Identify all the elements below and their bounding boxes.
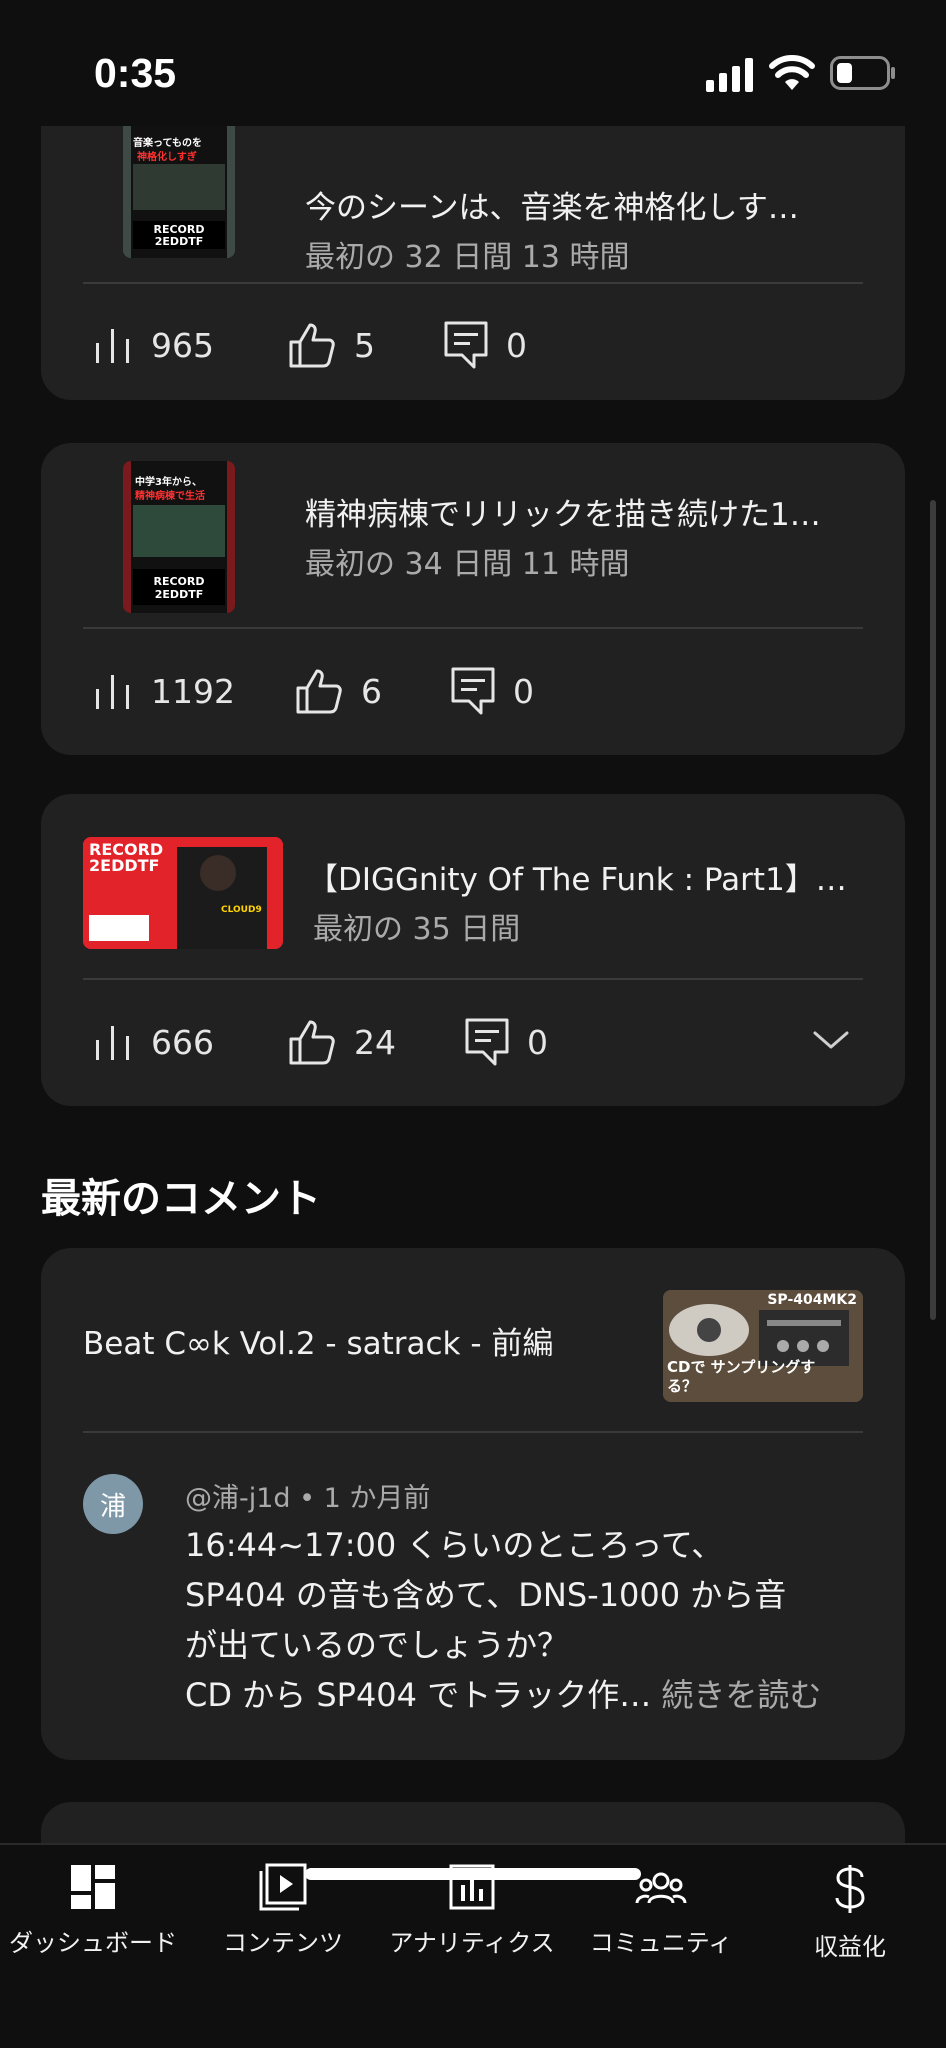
comment-time: 1 か月前 <box>323 1483 431 1514</box>
likes-count: 6 <box>361 671 382 711</box>
video-card[interactable]: RECORD 2EDDTF CLOUD9 【DIGGnity Of The Fu… <box>41 794 905 1106</box>
views-stat: 666 <box>93 1007 214 1077</box>
thumb-caption-red: 精神病棟で生活 <box>135 491 205 502</box>
video-thumbnail[interactable]: RECORD 2EDDTF 中学3年から、 精神病棟で生活 <box>123 461 235 613</box>
video-card[interactable]: RECORD 2EDDTF 音楽ってものを 神格化しすぎ 今のシーンは、音楽を神… <box>41 126 905 400</box>
content-icon <box>259 1863 307 1911</box>
views-icon <box>96 329 129 363</box>
nav-dashboard[interactable]: ダッシュボード <box>0 1863 188 1958</box>
comment-icon <box>444 321 488 369</box>
scroll-content: RECORD 2EDDTF 音楽ってものを 神格化しすぎ 今のシーンは、音楽を神… <box>0 126 946 1844</box>
video-subtitle: 最初の 35 日間 <box>313 912 521 947</box>
meta-separator: • <box>299 1483 324 1514</box>
status-bar: 0:35 <box>0 0 946 126</box>
nav-label: コミュニティ <box>589 1929 733 1957</box>
comments-count: 0 <box>527 1022 548 1062</box>
read-more-link[interactable]: 続きを読む <box>661 1676 821 1714</box>
video-title[interactable]: 精神病棟でリリックを描き続けた1… <box>305 489 875 534</box>
likes-stat: 24 <box>288 1007 396 1077</box>
comments-count: 0 <box>513 671 534 711</box>
comment-line-last: CD から SP404 でトラック作… 続きを読む <box>185 1670 875 1720</box>
comment-card[interactable]: Beat C∞k Vol.2 - satrack - 前編 SP-404MK2 … <box>41 1248 905 1760</box>
thumbs-up-icon <box>289 1020 335 1065</box>
svg-text:2EDDTF: 2EDDTF <box>155 588 203 601</box>
nav-label: 収益化 <box>814 1933 886 1961</box>
comments-stat: 0 <box>451 656 534 726</box>
svg-text:2EDDTF: 2EDDTF <box>89 856 159 875</box>
comment-line: が出ているのでしょうか？ <box>185 1626 570 1664</box>
divider <box>83 627 863 629</box>
views-count: 1192 <box>151 671 235 711</box>
views-stat: 965 <box>93 310 214 380</box>
comment-body: 16:44~17:00 くらいのところって、 SP404 の音も含めて、DNS-… <box>185 1520 875 1720</box>
nav-label: アナリティクス <box>389 1929 555 1957</box>
likes-stat: 5 <box>288 310 375 380</box>
views-icon <box>96 1026 129 1060</box>
thumb-caption-bottom: CDで サンプリングする？ <box>667 1358 816 1395</box>
comments-stat: 0 <box>444 310 527 380</box>
scrollbar[interactable] <box>930 500 936 1320</box>
comment-meta: @浦-j1d • 1 か月前 <box>185 1476 430 1515</box>
comments-count: 0 <box>506 325 527 365</box>
community-icon <box>635 1872 687 1904</box>
comment-line: CD から SP404 でトラック作… <box>185 1676 652 1714</box>
comment-line: 16:44~17:00 くらいのところって、 <box>185 1526 724 1564</box>
chevron-down-icon[interactable] <box>811 1025 851 1055</box>
svg-text:2EDDTF: 2EDDTF <box>155 235 203 248</box>
battery-icon <box>830 56 895 90</box>
dashboard-icon <box>71 1865 115 1909</box>
status-time: 0:35 <box>94 50 177 96</box>
thumb-caption: SP-404MK2 <box>767 1292 857 1308</box>
divider <box>83 282 863 284</box>
views-stat: 1192 <box>93 656 235 726</box>
stats-row: 965 5 0 <box>41 310 905 380</box>
video-subtitle: 最初の 32 日間 13 時間 <box>305 240 630 275</box>
dollar-icon <box>835 1865 865 1913</box>
section-title-latest-comments: 最新のコメント <box>41 1176 321 1222</box>
video-thumbnail[interactable]: RECORD 2EDDTF 音楽ってものを 神格化しすぎ <box>123 126 235 258</box>
comment-icon <box>451 667 495 715</box>
thumbs-up-icon <box>289 323 335 368</box>
comment-video-thumbnail[interactable]: SP-404MK2 CDで サンプリングする？ <box>663 1290 863 1402</box>
svg-text:RECORD: RECORD <box>153 575 204 588</box>
comment-video-title[interactable]: Beat C∞k Vol.2 - satrack - 前編 <box>83 1318 553 1363</box>
stats-row: 1192 6 0 <box>41 656 905 726</box>
views-icon <box>96 675 129 709</box>
views-count: 965 <box>151 325 214 365</box>
likes-stat: 6 <box>295 656 382 726</box>
comments-stat: 0 <box>465 1007 548 1077</box>
home-indicator[interactable] <box>305 1868 641 1880</box>
cellular-signal-icon <box>706 58 753 92</box>
video-thumbnail[interactable]: RECORD 2EDDTF CLOUD9 <box>83 837 283 949</box>
divider <box>83 978 863 980</box>
thumbs-up-icon <box>296 669 342 714</box>
comment-icon <box>465 1018 509 1066</box>
comment-card[interactable] <box>41 1802 905 1844</box>
thumb-caption: 音楽ってものを <box>133 138 202 149</box>
comment-line: SP404 の音も含めて、DNS-1000 から音 <box>185 1576 787 1614</box>
divider <box>83 1431 863 1433</box>
likes-count: 24 <box>354 1022 396 1062</box>
thumb-caption: 中学3年から、 <box>135 477 202 488</box>
nav-monetization[interactable]: 収益化 <box>755 1863 945 1962</box>
thumb-caption-red: 神格化しすぎ <box>137 152 197 163</box>
thumb-tag: CLOUD9 <box>221 905 262 915</box>
video-title[interactable]: 【DIGGnity Of The Funk : Part1】… <box>307 854 877 899</box>
wifi-icon <box>769 55 815 90</box>
comment-author[interactable]: @浦-j1d <box>185 1483 291 1514</box>
stats-row: 666 24 0 <box>41 1007 905 1077</box>
video-card[interactable]: RECORD 2EDDTF 中学3年から、 精神病棟で生活 精神病棟でリリックを… <box>41 443 905 755</box>
views-count: 666 <box>151 1022 214 1062</box>
video-subtitle: 最初の 34 日間 11 時間 <box>305 547 630 582</box>
nav-label: コンテンツ <box>223 1929 343 1957</box>
video-title[interactable]: 今のシーンは、音楽を神格化しす… <box>305 182 875 227</box>
avatar[interactable]: 浦 <box>83 1474 143 1534</box>
likes-count: 5 <box>354 325 375 365</box>
nav-label: ダッシュボード <box>9 1929 177 1957</box>
